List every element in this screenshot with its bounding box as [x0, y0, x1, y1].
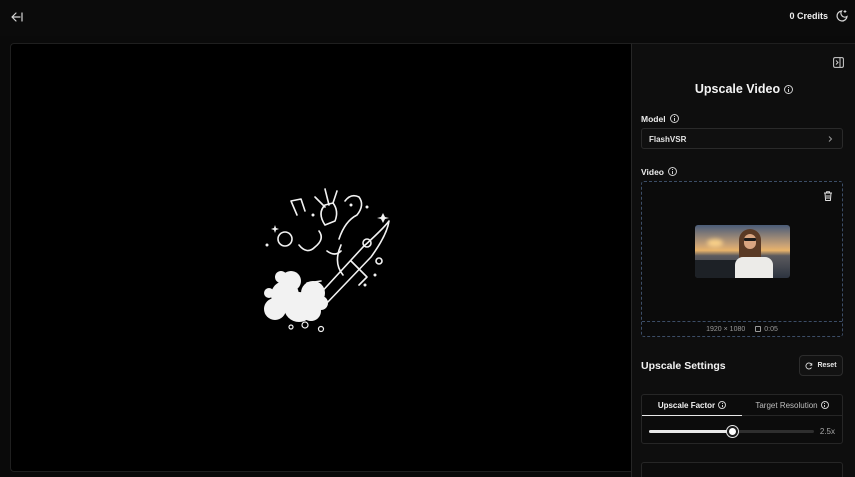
tab-upscale-factor[interactable]: Upscale Factor	[642, 395, 742, 416]
video-drop-zone[interactable]: 1920 × 1080 0:05	[641, 181, 843, 337]
credits-counter: 0 Credits	[789, 11, 828, 21]
info-icon[interactable]	[784, 85, 794, 94]
upscale-settings-box: Upscale Factor Target Resolution 2.5x	[641, 394, 843, 444]
film-icon	[755, 326, 762, 332]
collapse-panel-button[interactable]	[833, 55, 844, 68]
back-arrow-icon	[11, 12, 23, 22]
upscale-settings-title: Upscale Settings	[641, 360, 726, 372]
slider-handle[interactable]	[726, 426, 738, 437]
reset-button[interactable]: Reset	[799, 355, 843, 376]
tab-target-resolution[interactable]: Target Resolution	[742, 395, 842, 415]
info-icon[interactable]	[669, 114, 679, 123]
video-preview-canvas	[10, 43, 631, 472]
video-label: Video	[641, 167, 677, 177]
back-button[interactable]	[9, 9, 25, 25]
model-select-value: FlashVSR	[649, 135, 687, 144]
collapsed-section-card[interactable]	[641, 462, 843, 477]
top-bar: 0 Credits	[0, 0, 855, 36]
reset-label: Reset	[817, 362, 837, 369]
video-duration: 0:05	[764, 325, 778, 333]
model-label-text: Model	[641, 114, 666, 124]
rocket-astronaut-illustration	[264, 188, 390, 333]
info-icon	[820, 401, 829, 409]
panel-title: Upscale Video	[632, 82, 855, 96]
refresh-icon	[805, 362, 813, 369]
collapse-panel-icon	[833, 57, 844, 68]
slider-fill	[649, 430, 732, 433]
video-metadata: 1920 × 1080 0:05	[642, 321, 842, 336]
upscale-tabs: Upscale Factor Target Resolution	[642, 395, 842, 416]
tab-label: Target Resolution	[755, 400, 818, 410]
theme-toggle-icon	[836, 10, 848, 22]
video-duration-wrap: 0:05	[755, 326, 778, 333]
info-icon[interactable]	[668, 167, 677, 176]
video-label-text: Video	[641, 167, 664, 177]
trash-icon	[824, 191, 832, 201]
settings-panel: Upscale Video Model FlashVSR Video 1920 …	[631, 43, 855, 477]
info-icon	[718, 401, 727, 409]
model-label: Model	[641, 114, 679, 124]
upscale-factor-value: 2.5x	[819, 427, 835, 436]
video-thumbnail	[695, 225, 790, 278]
delete-video-button[interactable]	[822, 189, 834, 201]
chevron-right-icon	[828, 136, 833, 142]
panel-title-text: Upscale Video	[694, 82, 781, 96]
video-resolution: 1920 × 1080	[706, 325, 746, 333]
tab-label: Upscale Factor	[657, 400, 716, 410]
model-select[interactable]: FlashVSR	[641, 128, 843, 149]
upscale-factor-slider[interactable]	[649, 426, 814, 437]
theme-toggle-button[interactable]	[835, 9, 851, 25]
